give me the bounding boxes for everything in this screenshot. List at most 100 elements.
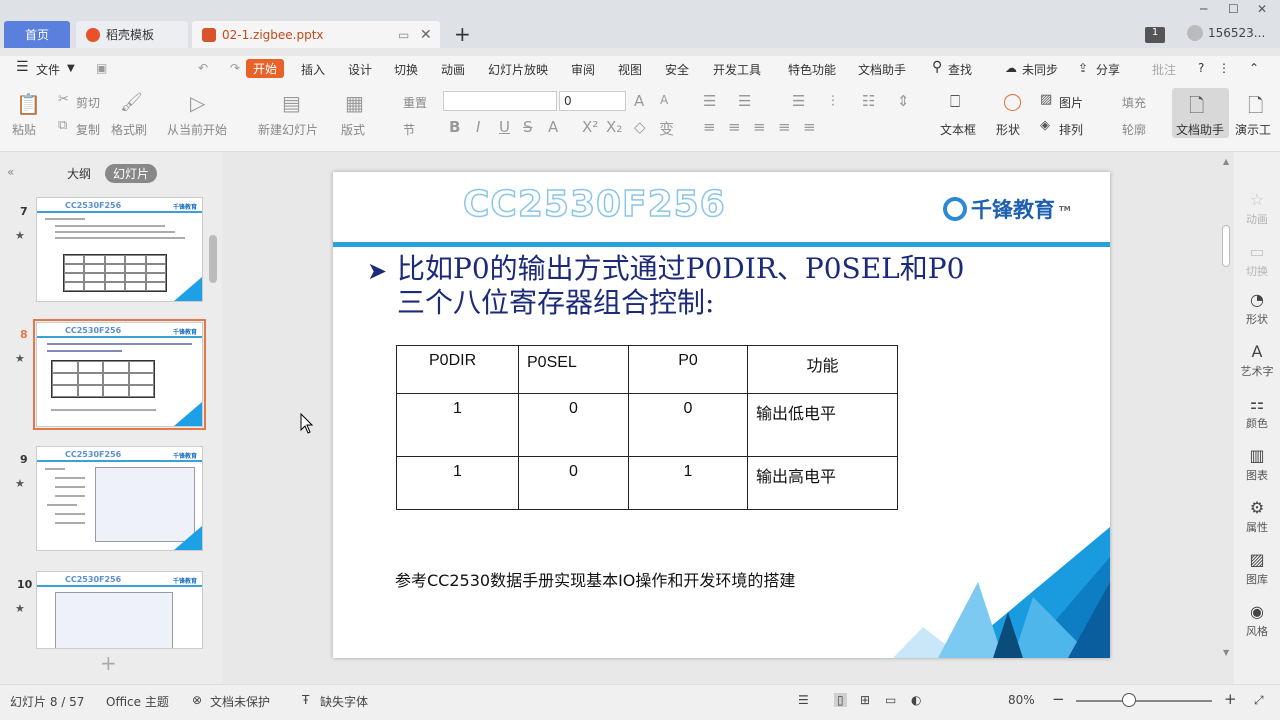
grow-font-icon[interactable]: A <box>634 92 644 110</box>
menu-share[interactable]: 分享 <box>1096 61 1120 78</box>
normal-view-icon[interactable]: ▯ <box>834 693 847 707</box>
format-painter-icon[interactable]: 🖌 <box>120 92 143 113</box>
menu-design[interactable]: 设计 <box>348 61 372 78</box>
menu-doc-assistant[interactable]: 文档助手 <box>858 61 906 78</box>
align-left-icon[interactable]: ≡ <box>703 118 716 136</box>
paste-icon[interactable]: 📋 <box>16 92 41 116</box>
close-tab-icon[interactable]: ✕ <box>420 27 432 43</box>
zoom-slider-handle[interactable] <box>1122 693 1136 707</box>
window-count-badge[interactable]: 1 <box>1145 27 1165 43</box>
chevron-down-icon[interactable]: ▼ <box>67 63 75 74</box>
panel-scrollbar[interactable] <box>209 235 217 283</box>
menu-review[interactable]: 审阅 <box>571 61 595 78</box>
tab-outline[interactable]: 大纲 <box>67 165 91 182</box>
search-icon[interactable]: ⚲ <box>932 59 942 75</box>
wordart-pane-button[interactable]: A 艺术字 <box>1234 342 1280 379</box>
share-icon[interactable]: ⇪ <box>1078 61 1088 75</box>
tab-file[interactable]: 02-1.zigbee.pptx ▭ ✕ <box>192 21 440 48</box>
layout-button[interactable]: 版式 <box>341 121 365 138</box>
transition-pane-button[interactable]: ▭ 切换 <box>1234 242 1280 279</box>
columns-icon[interactable]: ☷ <box>862 92 875 110</box>
cut-icon[interactable]: ✂ <box>58 92 69 107</box>
hamburger-icon[interactable]: ☰ <box>16 59 29 75</box>
format-painter-button[interactable]: 格式刷 <box>111 121 147 138</box>
present-button[interactable]: 演示工 <box>1235 121 1271 138</box>
menu-developer[interactable]: 开发工具 <box>713 61 761 78</box>
justify-icon[interactable]: ≡ <box>778 118 791 136</box>
arrange-icon[interactable]: ◈ <box>1040 118 1050 133</box>
present-icon[interactable]: 🗋 <box>1248 92 1263 124</box>
doc-assistant-button[interactable]: 文档助手 <box>1176 121 1224 138</box>
tab-home[interactable]: 首页 <box>4 21 70 48</box>
copy-button[interactable]: 复制 <box>76 121 100 138</box>
fill-button[interactable]: 填充 <box>1122 94 1146 111</box>
font-size-input[interactable]: 0 <box>559 91 626 111</box>
style-pane-button[interactable]: ◉ 风格 <box>1234 602 1280 639</box>
sync-icon[interactable]: ☁ <box>1005 61 1017 75</box>
line-spacing-icon[interactable]: ⫶ <box>831 92 835 110</box>
theme-label[interactable]: Office 主题 <box>106 693 169 710</box>
menu-animation[interactable]: 动画 <box>441 61 465 78</box>
more-icon[interactable]: ⋮ <box>1218 61 1230 75</box>
slide-sorter-icon[interactable]: ⊞ <box>860 693 870 707</box>
scroll-up-icon[interactable]: ▲ <box>1223 157 1229 166</box>
zoom-in-icon[interactable]: + <box>1224 690 1237 708</box>
zoom-slider[interactable] <box>1076 700 1212 702</box>
color-pane-button[interactable]: ⚏ 颜色 <box>1234 394 1280 431</box>
zoom-out-icon[interactable]: − <box>1052 690 1065 708</box>
layout-icon[interactable]: ▦ <box>345 91 364 115</box>
slide-thumbnail-7[interactable]: CC2530F256 千锋教育 <box>36 197 203 302</box>
char-spacing-icon[interactable]: 变 <box>659 118 674 139</box>
new-slide-icon[interactable]: ▤ <box>282 91 301 115</box>
canvas-scrollbar[interactable] <box>1222 225 1230 267</box>
notes-icon[interactable]: ☰ <box>798 693 809 707</box>
menu-slideshow[interactable]: 幻灯片放映 <box>488 61 548 78</box>
menu-home[interactable]: 开始 <box>246 59 285 78</box>
menu-view[interactable]: 视图 <box>618 61 642 78</box>
missing-font-button[interactable]: 缺失字体 <box>320 693 368 710</box>
undo-icon[interactable]: ↶ <box>198 61 208 75</box>
redo-icon[interactable]: ↷ <box>230 61 240 75</box>
textbox-icon[interactable]: ⎕ <box>950 92 960 112</box>
fit-window-icon[interactable]: ⤢ <box>1254 693 1264 708</box>
shrink-font-icon[interactable]: A <box>660 93 668 107</box>
new-tab-button[interactable]: + <box>454 22 471 46</box>
section-button[interactable]: 节 <box>403 121 415 138</box>
properties-pane-button[interactable]: ⚙ 属性 <box>1234 498 1280 535</box>
chart-pane-button[interactable]: ▥ 图表 <box>1234 446 1280 483</box>
clear-format-icon[interactable]: ◇ <box>634 118 646 136</box>
menu-sync[interactable]: 未同步 <box>1022 61 1058 78</box>
subscript-icon[interactable]: X₂ <box>606 118 622 136</box>
superscript-icon[interactable]: X² <box>582 118 598 136</box>
menu-features[interactable]: 特色功能 <box>788 61 836 78</box>
reset-button[interactable]: 重置 <box>403 94 427 111</box>
menu-insert[interactable]: 插入 <box>301 61 325 78</box>
new-slide-button[interactable]: 新建幻灯片 <box>258 121 318 138</box>
slide[interactable]: CC2530F256 千锋教育 TM ➤ 比如P0的输出方式通过P0DIR、P0S… <box>333 172 1110 658</box>
font-name-input[interactable] <box>443 91 557 111</box>
copy-icon[interactable]: ⧉ <box>58 118 67 133</box>
strikethrough-icon[interactable]: S <box>523 118 533 136</box>
picture-icon[interactable]: ▨ <box>1040 92 1052 107</box>
cut-button[interactable]: 剪切 <box>76 94 100 111</box>
slide-thumbnail-10[interactable]: CC2530F256 千锋教育 <box>36 571 203 649</box>
slide-thumbnail-8[interactable]: CC2530F256 千锋教育 <box>33 319 206 430</box>
collapse-panel-icon[interactable]: « <box>7 165 14 179</box>
protect-status[interactable]: 文档未保护 <box>210 693 270 710</box>
shape-icon[interactable]: ◯ <box>1003 92 1022 112</box>
shape-pane-button[interactable]: ◔ 形状 <box>1234 290 1280 327</box>
collapse-ribbon-icon[interactable]: ⌃ <box>1249 61 1259 75</box>
shadow-icon[interactable]: A <box>548 118 558 136</box>
maximize-icon[interactable]: ☐ <box>1228 2 1239 16</box>
tab-template[interactable]: 稻壳模板 <box>76 21 188 48</box>
italic-icon[interactable]: I <box>476 118 480 136</box>
numbering-icon[interactable]: ☰ <box>738 92 751 110</box>
pin-icon[interactable]: ▭ <box>398 28 409 42</box>
menu-comment[interactable]: 批注 <box>1152 61 1176 78</box>
slideshow-icon[interactable]: ◐ <box>911 693 921 707</box>
save-icon[interactable]: ▣ <box>96 61 107 75</box>
gallery-pane-button[interactable]: ▨ 图库 <box>1234 550 1280 587</box>
slide-counter[interactable]: 幻灯片 8 / 57 <box>10 693 84 710</box>
menu-search[interactable]: 查找 <box>948 61 972 78</box>
align-center-icon[interactable]: ≡ <box>728 118 741 136</box>
